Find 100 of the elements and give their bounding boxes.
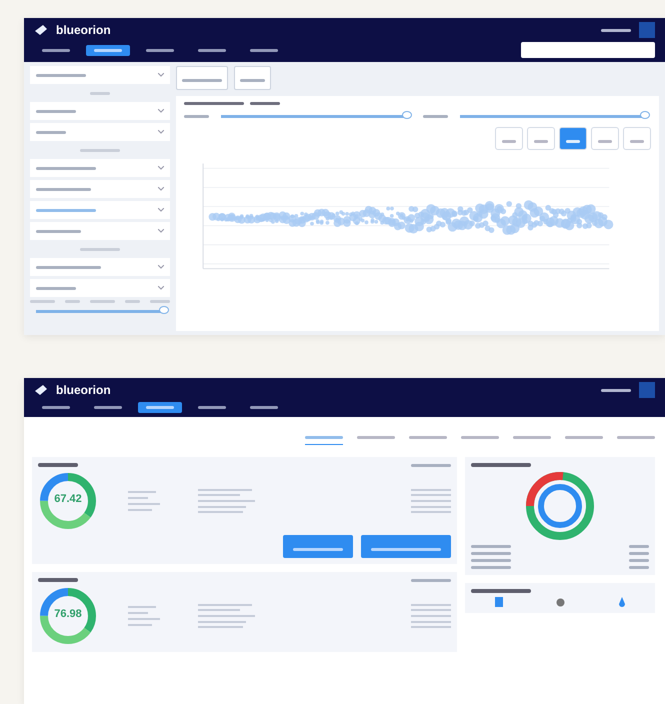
chevron-icon — [158, 229, 164, 233]
blurred-text — [184, 114, 209, 118]
blurred-text — [629, 566, 649, 569]
blurred-text — [36, 286, 76, 290]
chevron-icon — [158, 208, 164, 212]
chevron-icon — [158, 187, 164, 191]
blurred-text — [80, 248, 120, 250]
action-button[interactable] — [283, 535, 353, 558]
score-value: 67.42 — [53, 493, 83, 505]
range-button[interactable] — [623, 127, 651, 150]
blurred-text — [422, 114, 448, 118]
filter-chip[interactable] — [176, 66, 228, 90]
blurred-text — [601, 388, 631, 392]
blurred-text — [198, 406, 226, 409]
range-button[interactable] — [495, 127, 523, 150]
blurred-text — [65, 300, 80, 303]
metrics-values-drawing — [411, 602, 451, 630]
filter-row[interactable] — [30, 279, 170, 297]
blurred-text — [471, 552, 511, 555]
chevron-icon — [158, 130, 164, 134]
action-button[interactable] — [361, 535, 451, 558]
blurred-text — [198, 48, 226, 52]
filter-row[interactable] — [30, 159, 170, 177]
blurred-text — [36, 130, 66, 134]
blurred-text — [146, 406, 174, 409]
metrics-values-drawing — [411, 487, 451, 515]
blurred-text — [629, 545, 649, 548]
metrics-list-drawing — [198, 487, 258, 515]
blurred-text — [38, 578, 78, 582]
blurred-text — [36, 230, 81, 232]
drop-icon — [619, 597, 626, 607]
blurred-text — [94, 406, 122, 409]
blurred-text — [534, 140, 548, 143]
blurred-text — [513, 436, 551, 439]
blurred-text — [565, 436, 603, 439]
blurred-text — [80, 148, 120, 152]
metrics-list-drawing — [198, 602, 258, 630]
blurred-text — [471, 566, 511, 569]
blurred-text — [125, 300, 140, 303]
blurred-text — [30, 300, 55, 303]
slider-thumb[interactable] — [159, 306, 169, 314]
score-value: 76.98 — [53, 608, 83, 620]
blurred-text — [250, 48, 278, 52]
donut-chart-drawing — [40, 588, 96, 644]
slider-thumb[interactable] — [402, 110, 412, 118]
filter-row[interactable] — [30, 258, 170, 276]
blurred-text — [36, 166, 96, 170]
filter-row[interactable] — [30, 222, 170, 240]
blurred-text — [90, 300, 115, 303]
ring-chart-drawing — [526, 472, 594, 540]
chevron-icon — [158, 73, 164, 77]
chevron-icon — [158, 286, 164, 290]
blurred-text — [94, 48, 122, 52]
slider-thumb[interactable] — [640, 110, 650, 118]
filter-row[interactable] — [30, 102, 170, 120]
blurred-text — [471, 559, 511, 562]
blurred-text — [182, 79, 222, 82]
blurred-text — [36, 110, 76, 112]
blurred-text — [250, 102, 280, 105]
logo-text: blueorion — [56, 23, 111, 37]
blurred-text — [150, 300, 170, 303]
blurred-text — [502, 140, 516, 143]
blurred-text — [409, 436, 447, 439]
search-field[interactable] — [521, 42, 655, 58]
blurred-text — [471, 545, 511, 548]
filter-chip[interactable] — [234, 66, 271, 90]
nav-tab[interactable] — [86, 44, 130, 56]
blurred-text — [371, 548, 441, 551]
range-button[interactable] — [591, 127, 619, 150]
blurred-text — [566, 140, 580, 143]
range-button[interactable] — [527, 127, 555, 150]
range-button[interactable] — [559, 127, 587, 150]
filter-row[interactable] — [30, 201, 170, 219]
donut-chart-drawing — [40, 473, 96, 529]
blurred-text — [305, 436, 343, 439]
blurred-text — [411, 578, 451, 582]
filter-row[interactable] — [30, 180, 170, 198]
blurred-text — [601, 28, 631, 32]
blurred-text — [42, 48, 70, 52]
filter-row[interactable] — [30, 66, 170, 84]
logo-icon — [34, 384, 48, 396]
blurred-text — [38, 463, 78, 467]
logo-icon — [34, 24, 48, 36]
blurred-text — [293, 548, 343, 551]
blurred-text — [629, 552, 649, 555]
blurred-text — [36, 74, 86, 76]
blurred-text — [617, 436, 655, 439]
blurred-text — [250, 406, 278, 409]
blurred-text — [598, 140, 612, 143]
chevron-icon — [158, 109, 164, 113]
blurred-text — [42, 406, 70, 409]
blurred-text — [184, 102, 244, 105]
blurred-text — [36, 208, 96, 212]
filter-row[interactable] — [30, 123, 170, 141]
blurred-text — [357, 436, 395, 439]
blurred-text — [90, 92, 110, 94]
chevron-icon — [158, 166, 164, 170]
blurred-text — [471, 463, 531, 467]
blurred-text — [461, 436, 499, 439]
blurred-text — [629, 559, 649, 562]
